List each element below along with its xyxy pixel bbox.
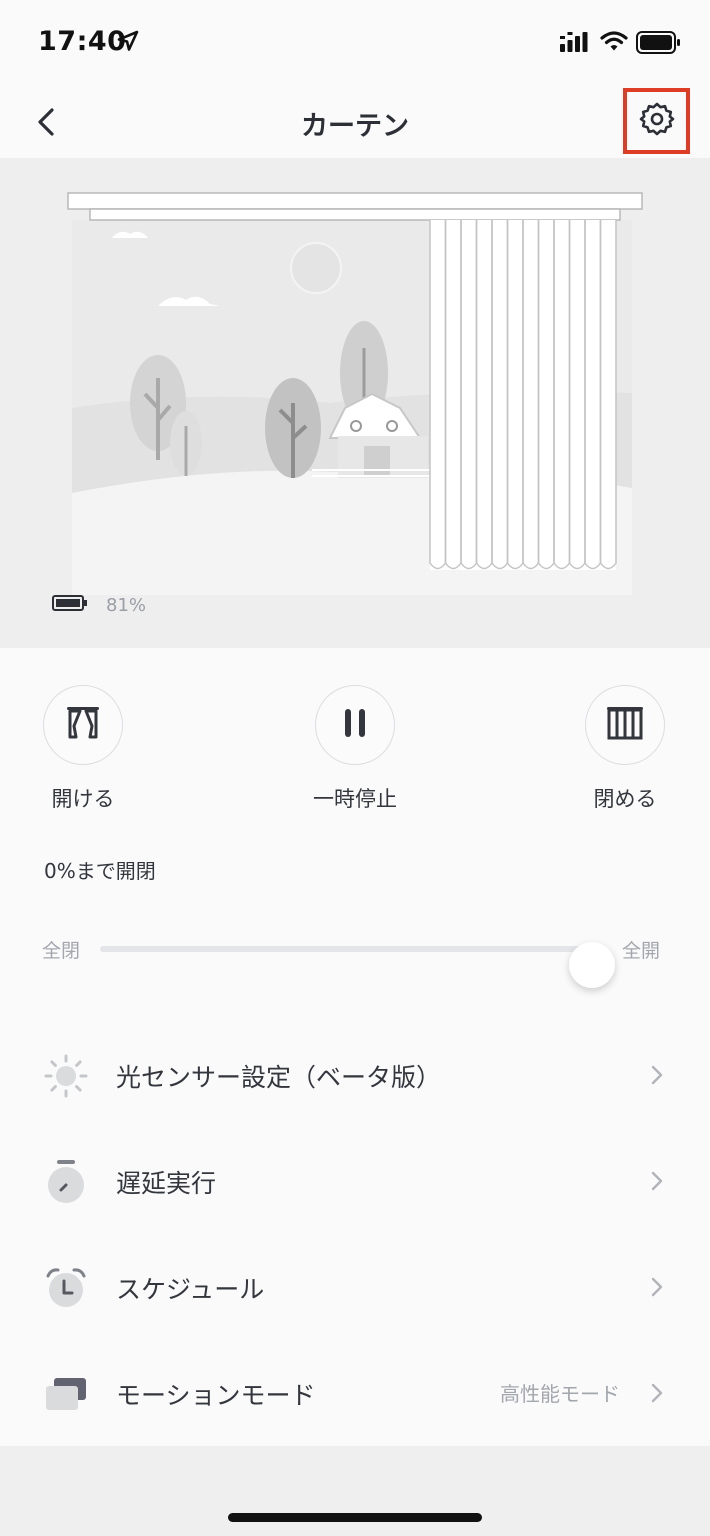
- close-label: 閉める: [593, 787, 657, 811]
- menu-value: 高性能モード: [500, 1382, 620, 1406]
- menu-label: スケジュール: [116, 1275, 265, 1304]
- pause-button[interactable]: 一時停止: [295, 685, 415, 813]
- status-time: 17:40: [38, 26, 127, 57]
- menu-item-delay[interactable]: 遅延実行: [0, 1128, 710, 1234]
- curtain-scene-image: [67, 192, 643, 595]
- curtain-illustration: 81%: [0, 158, 710, 648]
- settings-button[interactable]: [623, 88, 690, 154]
- status-bar: 17:40: [0, 0, 710, 88]
- gear-icon: [639, 101, 675, 141]
- battery-icon: [636, 31, 682, 59]
- alarm-clock-icon: [42, 1264, 90, 1312]
- slider-max-label: 全開: [622, 940, 661, 962]
- device-battery: 81%: [52, 594, 146, 616]
- menu-label: 遅延実行: [116, 1169, 217, 1198]
- bottom-area: [0, 1446, 710, 1536]
- wifi-icon: [600, 30, 628, 56]
- open-label: 開ける: [51, 787, 115, 811]
- pause-label: 一時停止: [313, 787, 397, 811]
- menu-label: モーションモード: [116, 1381, 316, 1410]
- menu-label: 光センサー設定（ベータ版）: [116, 1063, 442, 1092]
- open-button-circle[interactable]: [43, 685, 123, 765]
- stopwatch-icon: [42, 1158, 90, 1206]
- slider-min-label: 全閉: [42, 940, 81, 962]
- menu-item-light-sensor[interactable]: 光センサー設定（ベータ版）: [0, 1022, 710, 1128]
- pause-button-circle[interactable]: [315, 685, 395, 765]
- home-indicator[interactable]: [228, 1513, 482, 1522]
- chevron-right-icon: [650, 1382, 664, 1408]
- open-button[interactable]: 開ける: [23, 685, 143, 813]
- chevron-right-icon: [650, 1064, 664, 1090]
- battery-percent: 81%: [106, 594, 147, 616]
- location-arrow-icon: [117, 30, 139, 56]
- close-button-circle[interactable]: [585, 685, 665, 765]
- battery-icon: [52, 594, 88, 616]
- position-text: 0%まで開閉: [44, 859, 156, 883]
- curtain-open-icon: [64, 704, 102, 746]
- chevron-right-icon: [650, 1170, 664, 1196]
- position-slider[interactable]: 全閉 全開: [0, 930, 710, 988]
- settings-menu: 光センサー設定（ベータ版） 遅延実行 スケジュール モーションモード 高性能モー…: [0, 1022, 710, 1446]
- curtain-closed-icon: [605, 705, 645, 745]
- close-button[interactable]: 閉める: [565, 685, 685, 813]
- pause-icon: [340, 707, 370, 743]
- menu-item-schedule[interactable]: スケジュール: [0, 1234, 710, 1340]
- menu-item-motion-mode[interactable]: モーションモード 高性能モード: [0, 1340, 710, 1446]
- page-title: カーテン: [301, 111, 409, 142]
- nav-bar: カーテン: [0, 88, 710, 158]
- slider-track[interactable]: [100, 942, 615, 988]
- layers-icon: [42, 1370, 90, 1418]
- chevron-right-icon: [650, 1276, 664, 1302]
- cellular-signal-icon: [560, 32, 590, 56]
- sun-icon: [42, 1052, 90, 1100]
- slider-thumb[interactable]: [569, 942, 615, 988]
- controls-panel: 開ける 一時停止 閉める 0%まで開閉 全閉 全開 光センサー設定（ベータ版） …: [0, 648, 710, 1448]
